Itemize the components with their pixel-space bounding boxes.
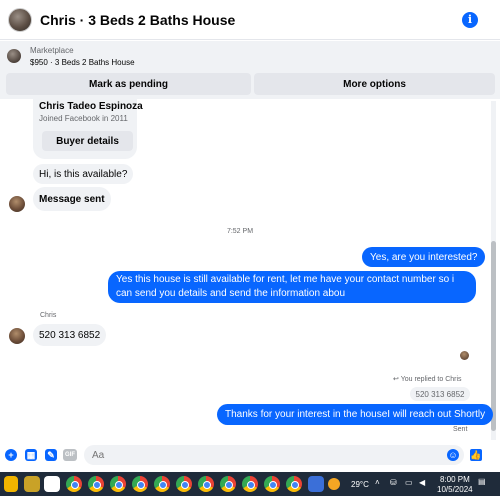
- chrome-icon[interactable]: [110, 476, 126, 492]
- message-bubble-incoming[interactable]: Hi, is this available?: [33, 164, 134, 184]
- windows-taskbar: 29°C ˄ ⛁ ▭ ◀ 8:00 PM 10/5/2024 ▤: [0, 472, 500, 496]
- marketplace-bar: Marketplace $950 · 3 Beds 2 Baths House …: [0, 41, 500, 99]
- sender-name: Chris: [40, 312, 57, 319]
- chrome-icon[interactable]: [154, 476, 170, 492]
- chrome-icon[interactable]: [220, 476, 236, 492]
- notification-icon[interactable]: ▤: [478, 477, 486, 486]
- message-bubble-outgoing[interactable]: Yes, are you interested?: [362, 247, 486, 267]
- messenger-window: Chris · 3 Beds 2 Baths House i Marketpla…: [0, 0, 500, 496]
- marketplace-label: Marketplace: [30, 46, 74, 55]
- message-field[interactable]: [92, 449, 464, 461]
- chevron-up-icon[interactable]: ˄: [375, 478, 380, 487]
- chrome-icon[interactable]: [132, 476, 148, 492]
- sent-status: Sent: [453, 426, 468, 433]
- message-bubble-incoming[interactable]: 520 313 6852: [33, 324, 107, 346]
- chrome-icon[interactable]: [286, 476, 302, 492]
- listing-thumbnail[interactable]: [7, 49, 21, 63]
- avatar[interactable]: [8, 7, 32, 32]
- app-icon[interactable]: [24, 476, 40, 492]
- thumbs-up-icon[interactable]: 👍: [470, 449, 482, 461]
- weather-temp[interactable]: 29°C: [351, 480, 369, 489]
- clock-time[interactable]: 8:00 PM: [440, 475, 470, 484]
- volume-icon[interactable]: ◀: [419, 478, 425, 487]
- buyer-card: Chris Tadeo Espinoza Joined Facebook in …: [33, 99, 143, 159]
- chrome-icon[interactable]: [242, 476, 258, 492]
- battery-icon[interactable]: ▭: [405, 478, 413, 487]
- chrome-icon[interactable]: [198, 476, 214, 492]
- photo-icon[interactable]: ▦: [25, 449, 37, 461]
- app-icon[interactable]: [44, 476, 60, 492]
- chat-header: Chris · 3 Beds 2 Baths House i: [0, 0, 500, 40]
- replied-text: You replied to Chris: [400, 376, 462, 383]
- chrome-icon[interactable]: [66, 476, 82, 492]
- chrome-icon[interactable]: [88, 476, 104, 492]
- sticker-icon[interactable]: ✎: [45, 449, 57, 461]
- listing-title[interactable]: $950 · 3 Beds 2 Baths House: [30, 58, 135, 67]
- emoji-icon[interactable]: ☺: [447, 449, 459, 461]
- replied-indicator: ↩ You replied to Chris: [393, 375, 462, 383]
- message-input[interactable]: [84, 445, 464, 465]
- buyer-name: Chris Tadeo Espinoza: [39, 101, 143, 112]
- reply-icon: ↩: [393, 376, 399, 383]
- message-bubble-outgoing[interactable]: Thanks for your interest in the houseI w…: [217, 404, 494, 425]
- scrollbar-thumb[interactable]: [491, 241, 496, 431]
- buyer-details-button[interactable]: Buyer details: [42, 131, 133, 151]
- composer: + ▦ ✎ GIF ☺ 👍: [0, 442, 500, 468]
- read-receipt-avatar: [460, 351, 469, 360]
- chrome-icon[interactable]: [264, 476, 280, 492]
- app-icon[interactable]: [308, 476, 324, 492]
- buyer-joined: Joined Facebook in 2011: [39, 114, 128, 123]
- quoted-message[interactable]: 520 313 6852: [410, 387, 470, 401]
- chrome-icon[interactable]: [176, 476, 192, 492]
- timestamp: 7:52 PM: [226, 228, 254, 235]
- message-bubble-incoming[interactable]: Message sent: [33, 187, 111, 211]
- gif-icon[interactable]: GIF: [63, 449, 77, 461]
- plus-icon[interactable]: +: [5, 449, 17, 461]
- sender-avatar[interactable]: [9, 328, 25, 344]
- file-explorer-icon[interactable]: [4, 476, 18, 492]
- more-options-button[interactable]: More options: [254, 73, 495, 95]
- sender-avatar[interactable]: [9, 196, 25, 212]
- chat-title[interactable]: Chris · 3 Beds 2 Baths House: [40, 12, 235, 28]
- message-list[interactable]: Chris Tadeo Espinoza Joined Facebook in …: [0, 99, 500, 442]
- network-icon[interactable]: ⛁: [390, 478, 397, 487]
- info-icon[interactable]: i: [462, 12, 478, 28]
- message-bubble-outgoing[interactable]: Yes this house is still available for re…: [108, 271, 476, 303]
- mark-pending-button[interactable]: Mark as pending: [6, 73, 251, 95]
- weather-icon[interactable]: [328, 478, 340, 490]
- clock-date[interactable]: 10/5/2024: [437, 485, 473, 494]
